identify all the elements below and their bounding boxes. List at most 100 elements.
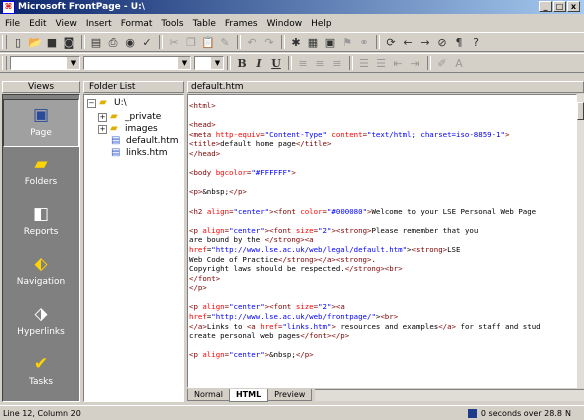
- toolbar-grip[interactable]: [2, 56, 7, 70]
- copy-icon[interactable]: ❐: [183, 34, 199, 50]
- maximize-button[interactable]: □: [553, 1, 566, 12]
- highlight-color-icon[interactable]: ✐: [434, 55, 450, 71]
- code-line[interactable]: <p align="center"><font size="2"><strong…: [189, 226, 541, 236]
- hyperlink-icon[interactable]: ⚭: [356, 34, 372, 50]
- decrease-indent-icon[interactable]: ⇤: [390, 55, 406, 71]
- font-dropdown[interactable]: ▼: [83, 56, 191, 70]
- increase-indent-icon[interactable]: ⇥: [407, 55, 423, 71]
- align-center-icon[interactable]: ≡: [312, 55, 328, 71]
- code-line[interactable]: Web Code of Practice</strong></a><strong…: [189, 255, 541, 265]
- horizontal-scrollbar[interactable]: [315, 389, 584, 401]
- menu-edit[interactable]: Edit: [24, 19, 50, 29]
- underline-button[interactable]: U: [268, 55, 284, 71]
- view-hyperlinks[interactable]: ⬗ Hyperlinks: [3, 299, 79, 347]
- show-all-icon[interactable]: ¶: [451, 34, 467, 50]
- file-default-htm[interactable]: ▤ default.htm: [111, 135, 179, 147]
- format-painter-icon[interactable]: ✎: [217, 34, 233, 50]
- view-folders[interactable]: ▰ Folders: [3, 149, 79, 197]
- spelling-icon[interactable]: ✓: [139, 34, 155, 50]
- code-line[interactable]: href="http://www.lse.ac.uk/web/frontpage…: [189, 312, 541, 322]
- menu-frames[interactable]: Frames: [220, 19, 262, 29]
- code-line[interactable]: </head>: [189, 149, 541, 159]
- code-line[interactable]: </p>: [189, 283, 541, 293]
- code-line[interactable]: <html>: [189, 101, 541, 111]
- insert-component-icon[interactable]: ✱: [288, 34, 304, 50]
- menu-file[interactable]: File: [0, 19, 24, 29]
- print-icon[interactable]: ⎙: [105, 34, 121, 50]
- open-icon[interactable]: 📂: [27, 34, 43, 50]
- html-editor[interactable]: <html> <head> <meta http-equiv="Content-T…: [187, 94, 577, 388]
- menu-window[interactable]: Window: [262, 19, 307, 29]
- code-line[interactable]: </font>: [189, 274, 541, 284]
- view-reports[interactable]: ◧ Reports: [3, 199, 79, 247]
- redo-icon[interactable]: ↷: [261, 34, 277, 50]
- folder-root[interactable]: − ▰ U:\: [87, 97, 127, 109]
- font-color-icon[interactable]: A: [451, 55, 467, 71]
- code-line[interactable]: <p align="center"><font size="2"><a: [189, 302, 541, 312]
- menu-insert[interactable]: Insert: [81, 19, 116, 29]
- code-line[interactable]: create personal web pages</font></p>: [189, 331, 541, 341]
- back-icon[interactable]: ←: [400, 34, 416, 50]
- close-button[interactable]: x: [567, 1, 580, 12]
- help-icon[interactable]: ?: [468, 34, 484, 50]
- undo-icon[interactable]: ↶: [244, 34, 260, 50]
- vertical-scrollbar[interactable]: [577, 94, 584, 388]
- bookmark-icon[interactable]: ⚑: [339, 34, 355, 50]
- code-line[interactable]: <meta http-equiv="Content-Type" content=…: [189, 130, 541, 140]
- cut-icon[interactable]: ✂: [166, 34, 182, 50]
- folder-images[interactable]: + ▰ images: [98, 123, 158, 135]
- insert-picture-icon[interactable]: ▣: [322, 34, 338, 50]
- bullets-icon[interactable]: ☰: [373, 55, 389, 71]
- menu-view[interactable]: View: [51, 19, 81, 29]
- new-page-icon[interactable]: ▯: [10, 34, 26, 50]
- insert-table-icon[interactable]: ▦: [305, 34, 321, 50]
- view-tasks[interactable]: ✔ Tasks: [3, 349, 79, 397]
- code-line[interactable]: <title>default home page</title>: [189, 139, 541, 149]
- code-line[interactable]: <p align="center">&nbsp;</p>: [189, 350, 541, 360]
- code-line[interactable]: [189, 293, 541, 303]
- menu-tools[interactable]: Tools: [156, 19, 187, 29]
- code-line[interactable]: <head>: [189, 120, 541, 130]
- refresh-icon[interactable]: ⟳: [383, 34, 399, 50]
- collapse-icon[interactable]: −: [87, 98, 96, 108]
- align-left-icon[interactable]: ≡: [295, 55, 311, 71]
- numbering-icon[interactable]: ☰: [356, 55, 372, 71]
- code-line[interactable]: [189, 341, 541, 351]
- code-line[interactable]: href="http://www.lse.ac.uk/web/legal/def…: [189, 245, 541, 255]
- menu-format[interactable]: Format: [116, 19, 157, 29]
- publish-icon[interactable]: ◙: [61, 34, 77, 50]
- scrollbar-thumb[interactable]: [577, 102, 584, 120]
- style-dropdown[interactable]: ▼: [10, 56, 80, 70]
- folder-private[interactable]: + ▰ _private: [98, 111, 161, 123]
- save-icon[interactable]: ■: [44, 34, 60, 50]
- italic-button[interactable]: I: [251, 55, 267, 71]
- code-line[interactable]: [189, 111, 541, 121]
- toolbar-grip[interactable]: [2, 35, 7, 49]
- menu-help[interactable]: Help: [306, 19, 336, 29]
- code-line[interactable]: [189, 178, 541, 188]
- code-line[interactable]: [189, 159, 541, 169]
- view-navigation[interactable]: ⬖ Navigation: [3, 249, 79, 297]
- code-line[interactable]: are bound by the </strong><a: [189, 235, 541, 245]
- tab-preview[interactable]: Preview: [267, 389, 313, 401]
- menu-table[interactable]: Table: [188, 19, 220, 29]
- paste-icon[interactable]: 📋: [200, 34, 216, 50]
- expand-icon[interactable]: +: [98, 112, 107, 122]
- tab-html[interactable]: HTML: [228, 389, 269, 402]
- minimize-button[interactable]: _: [539, 1, 552, 12]
- code-line[interactable]: [189, 216, 541, 226]
- forward-icon[interactable]: →: [417, 34, 433, 50]
- frontpage-app-icon[interactable]: ⌘: [2, 0, 15, 14]
- align-right-icon[interactable]: ≡: [329, 55, 345, 71]
- file-links-htm[interactable]: ▤ links.htm: [111, 147, 167, 159]
- code-line[interactable]: Copyright laws should be respected.</str…: [189, 264, 541, 274]
- stop-icon[interactable]: ⊘: [434, 34, 450, 50]
- code-line[interactable]: </a>Links to <a href="links.htm"> resour…: [189, 322, 541, 332]
- view-page[interactable]: ▣ Page: [3, 99, 79, 147]
- font-size-dropdown[interactable]: ▼: [194, 56, 224, 70]
- folder-list-icon[interactable]: ▤: [88, 34, 104, 50]
- code-line[interactable]: <p>&nbsp;</p>: [189, 187, 541, 197]
- code-line[interactable]: <h2 align="center"><font color="#000080"…: [189, 207, 541, 217]
- code-line[interactable]: <body bgcolor="#FFFFFF">: [189, 168, 541, 178]
- code-line[interactable]: [189, 197, 541, 207]
